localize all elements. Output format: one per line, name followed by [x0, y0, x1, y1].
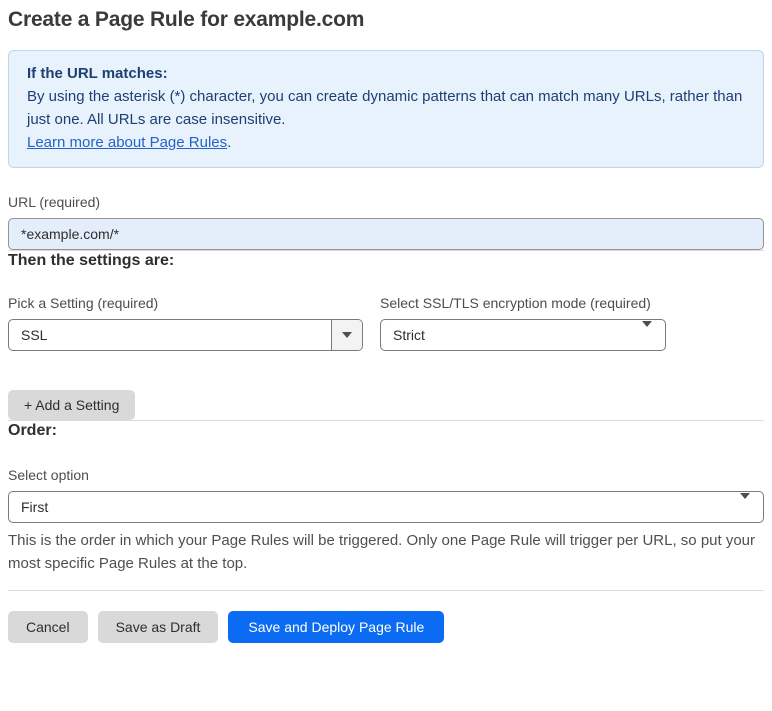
- mode-select-group: Select SSL/TLS encryption mode (required…: [380, 293, 666, 351]
- settings-selects-row: Pick a Setting (required) SSL Select SSL…: [8, 293, 764, 351]
- setting-select-value: SSL: [21, 327, 48, 343]
- ssl-mode-select-value: Strict: [393, 327, 425, 343]
- add-setting-button[interactable]: + Add a Setting: [8, 390, 136, 420]
- setting-select-dropdown-segment[interactable]: [331, 320, 362, 350]
- link-period: .: [227, 134, 232, 151]
- setting-select-group: Pick a Setting (required) SSL: [8, 293, 363, 351]
- chevron-down-icon: [740, 493, 750, 515]
- setting-select-label: Pick a Setting (required): [8, 295, 159, 311]
- url-input[interactable]: [8, 218, 764, 250]
- order-select-value: First: [21, 499, 49, 515]
- cancel-button[interactable]: Cancel: [8, 611, 88, 643]
- order-select-label: Select option: [8, 467, 89, 483]
- order-help-text: This is the order in which your Page Rul…: [8, 532, 756, 572]
- divider: [8, 590, 764, 591]
- setting-select[interactable]: SSL: [8, 319, 363, 351]
- chevron-down-icon: [642, 321, 652, 343]
- mode-arrow-wrap: [642, 321, 665, 343]
- order-arrow-wrap: [740, 493, 763, 515]
- save-and-deploy-button[interactable]: Save and Deploy Page Rule: [228, 611, 445, 643]
- info-callout-body: By using the asterisk (*) character, you…: [27, 88, 743, 128]
- form-footer: Cancel Save as Draft Save and Deploy Pag…: [8, 611, 764, 643]
- order-section-heading: Order:: [8, 422, 57, 439]
- url-field-label: URL (required): [8, 194, 101, 210]
- settings-section-heading: Then the settings are:: [8, 252, 175, 269]
- learn-more-link[interactable]: Learn more about Page Rules: [27, 134, 227, 151]
- info-callout-link-line: Learn more about Page Rules.: [27, 131, 745, 154]
- chevron-down-icon: [342, 332, 352, 338]
- create-page-rule-form: Create a Page Rule for example.com If th…: [8, 8, 764, 643]
- ssl-mode-select[interactable]: Strict: [380, 319, 666, 351]
- page-title: Create a Page Rule for example.com: [8, 8, 365, 31]
- order-select[interactable]: First: [8, 491, 764, 523]
- mode-select-label: Select SSL/TLS encryption mode (required…: [380, 295, 651, 311]
- info-callout-heading: If the URL matches:: [27, 65, 168, 82]
- url-match-info-callout: If the URL matches: By using the asteris…: [8, 50, 764, 168]
- save-as-draft-button[interactable]: Save as Draft: [97, 611, 219, 643]
